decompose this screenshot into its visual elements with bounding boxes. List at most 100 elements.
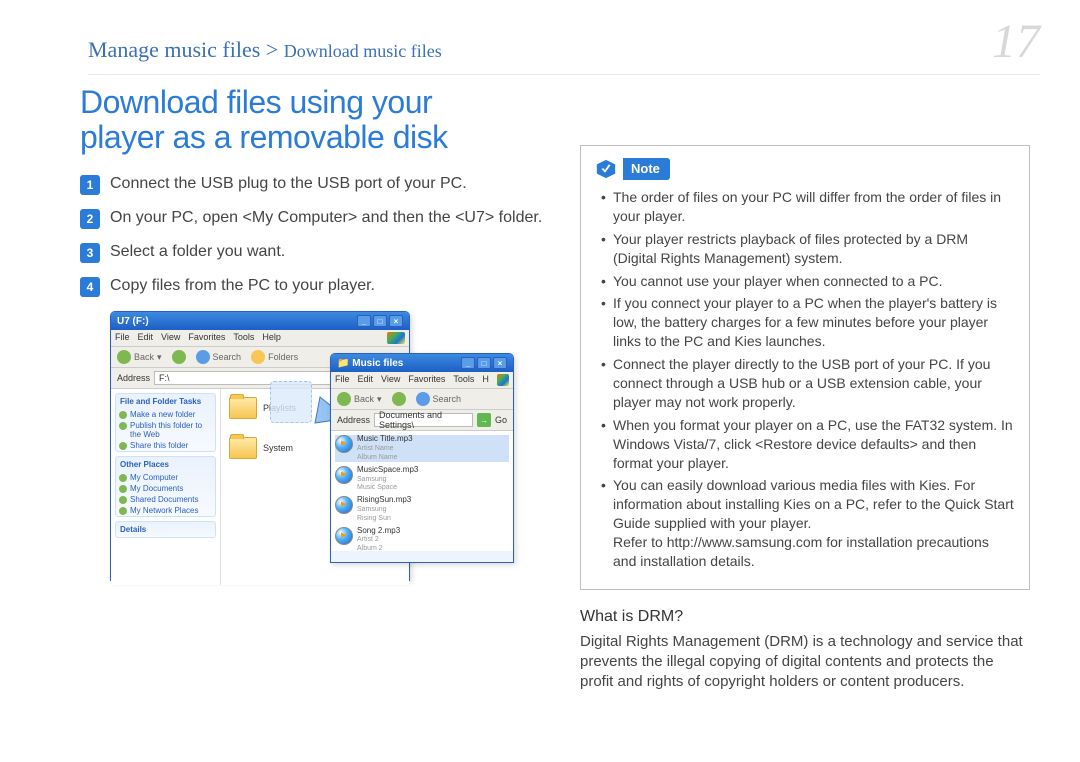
back-button[interactable]: Back ▾: [117, 350, 162, 364]
step-text-2: On your PC, open <My Computer> and then …: [110, 207, 542, 229]
step-text-3: Select a folder you want.: [110, 241, 285, 263]
place-my-computer[interactable]: My Computer: [116, 472, 215, 483]
note-list: The order of files on your PC will diffe…: [595, 188, 1015, 571]
media-icon: [335, 496, 353, 514]
menu-favorites[interactable]: Favorites: [408, 374, 445, 386]
drm-body: Digital Rights Management (DRM) is a tec…: [580, 632, 1030, 693]
win2-body: Music Title.mp3Artist NameAlbum Name Mus…: [331, 431, 513, 551]
place-my-documents[interactable]: My Documents: [116, 483, 215, 494]
title-line2: player as a removable disk: [80, 119, 448, 155]
details-panel: Details: [115, 521, 216, 538]
menu-help[interactable]: H: [482, 374, 489, 386]
minimize-icon[interactable]: _: [357, 315, 371, 327]
explorer-illustration: U7 (F:) _ □ × File Edit View Favorites T…: [110, 311, 530, 601]
page-number: 17: [992, 18, 1040, 66]
note-item: Connect the player directly to the USB p…: [601, 355, 1015, 412]
win2-menu: File Edit View Favorites Tools H: [331, 372, 513, 389]
breadcrumb-main: Manage music files: [88, 37, 260, 62]
explorer-window-music: 📁 Music files _ □ × File Edit View Favor…: [330, 353, 514, 563]
breadcrumb-sub: Download music files: [284, 41, 442, 61]
search-icon: [196, 350, 210, 364]
win1-controls: _ □ ×: [357, 315, 403, 327]
back-button[interactable]: Back ▾: [337, 392, 382, 406]
forward-icon: [172, 350, 186, 364]
menu-tools[interactable]: Tools: [233, 332, 254, 344]
go-button[interactable]: →: [477, 413, 491, 427]
close-icon[interactable]: ×: [493, 357, 507, 369]
step-text-1: Connect the USB plug to the USB port of …: [110, 173, 467, 195]
folders-icon: [251, 350, 265, 364]
forward-icon: [392, 392, 406, 406]
win2-title: Music files: [352, 358, 403, 369]
windows-flag-icon: [387, 332, 405, 344]
menu-edit[interactable]: Edit: [138, 332, 154, 344]
step-2: 2 On your PC, open <My Computer> and then…: [80, 207, 550, 229]
step-num-1: 1: [80, 175, 100, 195]
page-title: Download files using your player as a re…: [80, 85, 550, 155]
search-button[interactable]: Search: [416, 392, 462, 406]
menu-file[interactable]: File: [335, 374, 350, 386]
back-icon: [337, 392, 351, 406]
win2-controls: _ □ ×: [461, 357, 507, 369]
place-network[interactable]: My Network Places: [116, 505, 215, 516]
music-file[interactable]: RisingSun.mp3SamsungRising Sun: [335, 496, 509, 522]
win2-address-bar: Address Documents and Settings\ → Go: [331, 410, 513, 431]
task-publish[interactable]: Publish this folder to the Web: [116, 420, 215, 440]
go-label: Go: [495, 415, 507, 425]
folder-icon: [229, 397, 257, 419]
breadcrumb: Manage music files > Download music file…: [88, 37, 442, 63]
task-new-folder[interactable]: Make a new folder: [116, 409, 215, 420]
minimize-icon[interactable]: _: [461, 357, 475, 369]
windows-flag-icon: [497, 374, 509, 386]
close-icon[interactable]: ×: [389, 315, 403, 327]
menu-view[interactable]: View: [161, 332, 180, 344]
task-share[interactable]: Share this folder: [116, 440, 215, 451]
addr-label: Address: [117, 373, 150, 383]
back-icon: [117, 350, 131, 364]
menu-favorites[interactable]: Favorites: [188, 332, 225, 344]
forward-button[interactable]: [172, 350, 186, 364]
addr-input[interactable]: Documents and Settings\: [374, 413, 473, 427]
breadcrumb-sep: >: [260, 37, 283, 62]
note-cube-icon: [595, 158, 617, 180]
music-file[interactable]: Music Title.mp3Artist NameAlbum Name: [335, 435, 509, 461]
win1-menu: File Edit View Favorites Tools Help: [111, 330, 409, 347]
music-file[interactable]: Song 2.mp3Artist 2Album 2: [335, 527, 509, 553]
step-num-2: 2: [80, 209, 100, 229]
note-head: Note: [595, 158, 1015, 180]
folders-button[interactable]: Folders: [251, 350, 298, 364]
music-file[interactable]: MusicSpace.mp3SamsungMusic Space: [335, 466, 509, 492]
step-num-4: 4: [80, 277, 100, 297]
note-item: The order of files on your PC will diffe…: [601, 188, 1015, 226]
menu-tools[interactable]: Tools: [453, 374, 474, 386]
maximize-icon[interactable]: □: [373, 315, 387, 327]
drop-target-icon: [270, 381, 312, 423]
win1-titlebar: U7 (F:) _ □ ×: [111, 312, 409, 330]
note-item: If you connect your player to a PC when …: [601, 294, 1015, 351]
menu-file[interactable]: File: [115, 332, 130, 344]
step-1: 1 Connect the USB plug to the USB port of…: [80, 173, 550, 195]
forward-button[interactable]: [392, 392, 406, 406]
search-button[interactable]: Search: [196, 350, 242, 364]
tasks-panel: File and Folder Tasks Make a new folder …: [115, 393, 216, 452]
menu-help[interactable]: Help: [262, 332, 281, 344]
win1-side-panel: File and Folder Tasks Make a new folder …: [111, 389, 221, 585]
note-item: Your player restricts playback of files …: [601, 230, 1015, 268]
places-head: Other Places: [116, 457, 215, 472]
tasks-head: File and Folder Tasks: [116, 394, 215, 409]
folder-icon: 📁: [337, 358, 349, 369]
step-3: 3Select a folder you want.: [80, 241, 550, 263]
step-text-4: Copy files from the PC to your player.: [110, 275, 375, 297]
menu-view[interactable]: View: [381, 374, 400, 386]
music-file-list: Music Title.mp3Artist NameAlbum Name Mus…: [331, 431, 513, 561]
note-item: When you format your player on a PC, use…: [601, 416, 1015, 473]
search-icon: [416, 392, 430, 406]
win2-titlebar: 📁 Music files _ □ ×: [331, 354, 513, 372]
steps-list: 1 Connect the USB plug to the USB port of…: [80, 173, 550, 297]
menu-edit[interactable]: Edit: [358, 374, 374, 386]
place-shared[interactable]: Shared Documents: [116, 494, 215, 505]
maximize-icon[interactable]: □: [477, 357, 491, 369]
step-4: 4 Copy files from the PC to your player.: [80, 275, 550, 297]
note-item: You cannot use your player when connecte…: [601, 272, 1015, 291]
folder-icon: [229, 437, 257, 459]
